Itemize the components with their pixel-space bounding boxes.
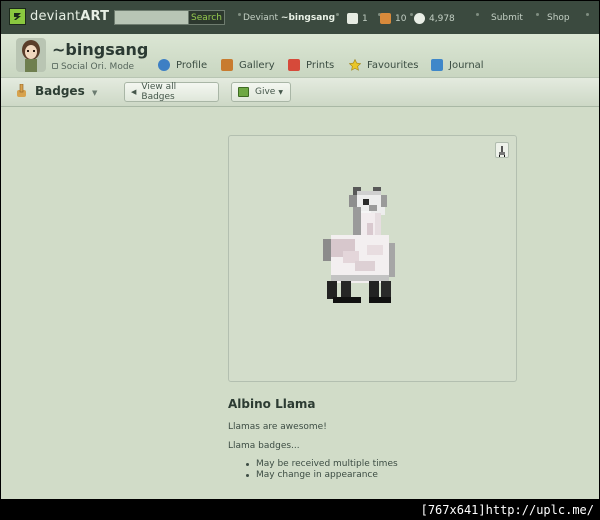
logo-text: deviantART [30,9,110,24]
star-icon [349,59,361,71]
deviant-menu[interactable]: Deviant ~bingsang [243,13,335,23]
deviant-username: ~bingsang [280,13,336,23]
prints-icon [288,59,300,71]
nav-journal[interactable]: Journal [431,59,484,71]
nav-profile-label: Profile [176,59,208,71]
username[interactable]: ~bingsang [52,40,148,59]
user-header: ~bingsang Social Ori. Mode Profile Galle… [1,34,599,77]
view-all-badges-button[interactable]: ◀ View all Badges [124,82,219,102]
deviantart-logo[interactable]: deviantART [9,8,109,25]
messages-icon [414,13,425,24]
nav-gallery[interactable]: Gallery [221,59,275,71]
deviations-icon [380,13,391,24]
profile-icon [158,59,170,71]
nav-journal-label: Journal [449,59,484,71]
notes-icon [347,13,358,24]
badges-toolbar: Badges ▼ ◀ View all Badges Give ▼ [1,77,599,107]
list-item: May change in appearance [244,470,398,481]
nav-favourites-label: Favourites [367,59,419,71]
user-subtitle-text: Social Ori. Mode [61,62,135,72]
messages-counter[interactable]: 4,978 [414,13,455,24]
deviant-prefix: Deviant [243,13,279,23]
llama-mini-icon[interactable] [495,142,509,158]
gift-icon [238,87,249,97]
dropdown-arrow-icon: ▼ [278,88,283,96]
list-item: May be received multiple times [244,459,398,470]
topbar-separator [531,13,544,16]
avatar[interactable] [16,38,46,72]
nav-prints-label: Prints [306,59,335,71]
albino-llama-image [323,187,395,303]
chevron-down-icon[interactable]: ▼ [92,89,97,97]
give-label: Give [255,87,276,97]
give-button[interactable]: Give ▼ [231,82,291,102]
deviations-counter[interactable]: 10 [380,13,406,24]
badge-hand-icon [16,84,27,98]
notes-count: 1 [362,13,368,24]
badge-subheading: Llama badges... [228,441,300,451]
topbar-separator [581,13,594,16]
search-input[interactable] [114,10,189,25]
chevron-left-icon: ◀ [131,88,137,96]
nav-gallery-label: Gallery [239,59,275,71]
shop-link[interactable]: Shop [547,13,570,23]
badges-title-label: Badges [35,84,85,98]
nav-favourites[interactable]: Favourites [349,59,419,71]
top-bar: deviantART Search Deviant ~bingsang 1 10… [1,1,599,34]
nav-profile[interactable]: Profile [158,59,207,71]
submit-link[interactable]: Submit [491,13,523,23]
gallery-icon [221,59,233,71]
app-window: deviantART Search Deviant ~bingsang 1 10… [1,1,599,499]
badge-description: Llamas are awesome! [228,422,327,432]
topbar-separator [331,13,344,16]
watermark-text: [767x641]http://uplc.me/ [420,503,594,517]
badge-features-list: May be received multiple times May chang… [244,459,398,481]
topbar-separator [471,13,484,16]
deviantart-logo-icon [9,8,26,25]
badge-title: Albino Llama [228,397,316,411]
nav-prints[interactable]: Prints [288,59,334,71]
user-subtitle: Social Ori. Mode [52,62,134,72]
view-all-badges-label: View all Badges [141,82,177,102]
search-button[interactable]: Search [188,10,225,25]
notes-counter[interactable]: 1 [347,13,368,24]
journal-icon [431,59,443,71]
mode-icon [52,63,58,69]
messages-count: 4,978 [429,13,455,24]
badge-image-card [228,135,517,382]
badges-title[interactable]: Badges [16,84,85,98]
